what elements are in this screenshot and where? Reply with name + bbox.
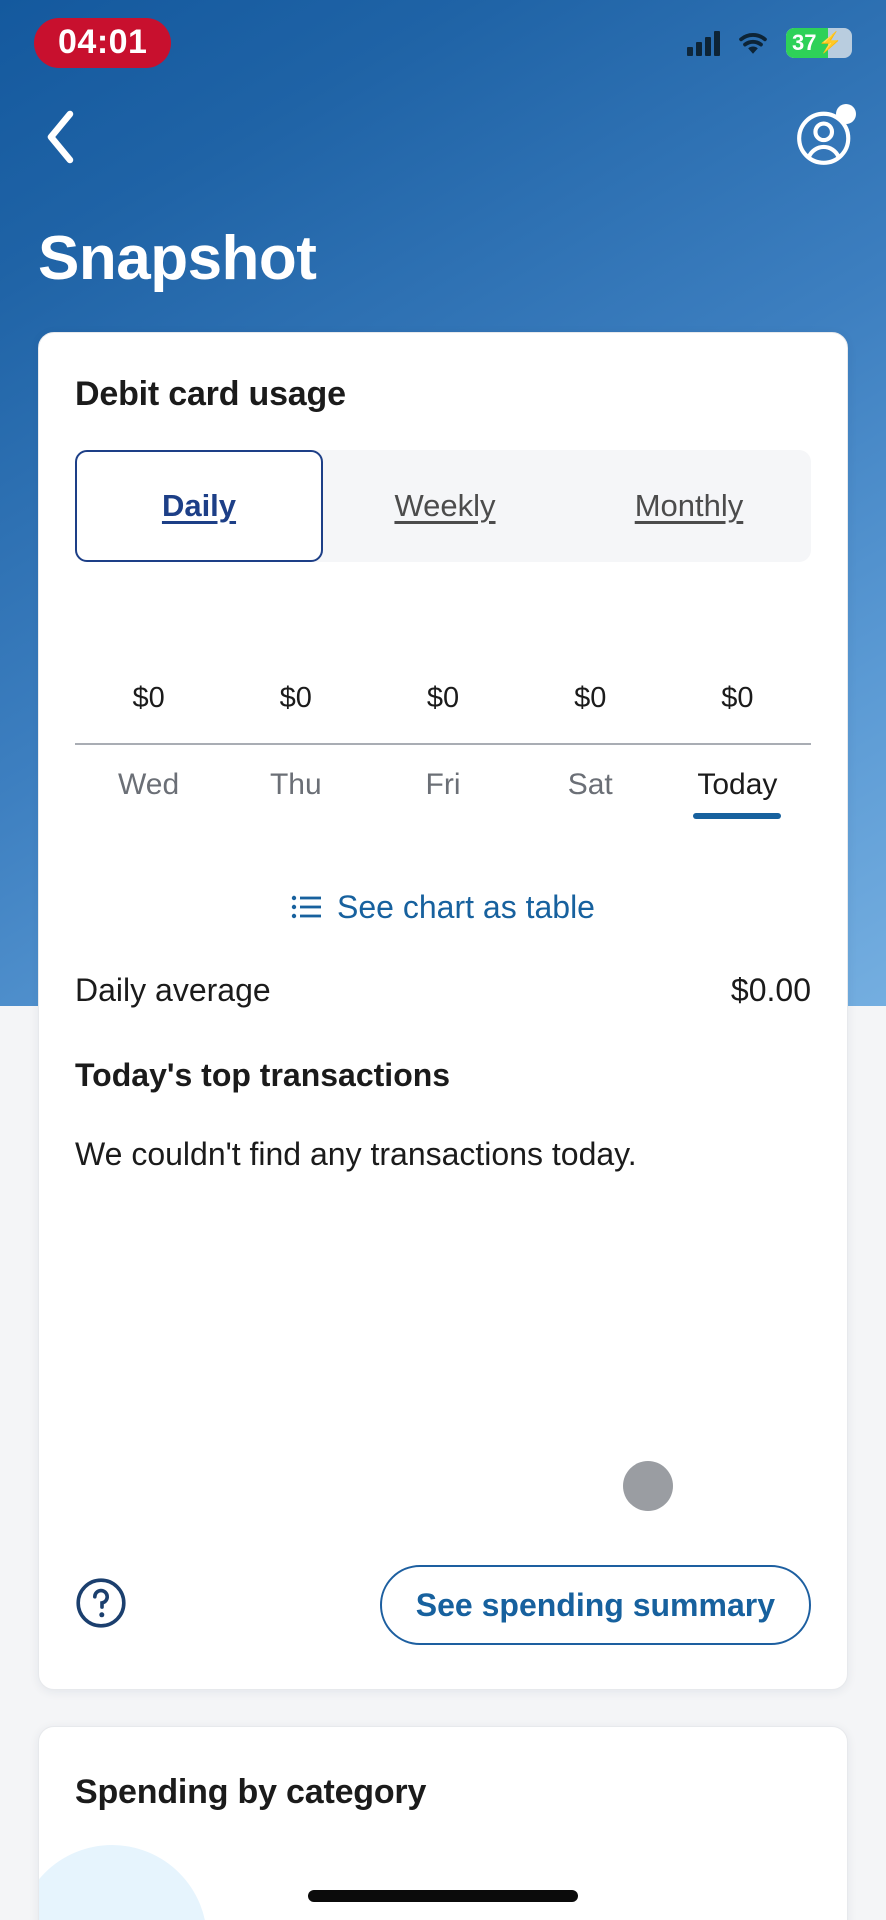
chart-label-wed[interactable]: Wed (75, 745, 222, 819)
bar-value-label: $0 (132, 682, 165, 714)
chart-label-fri[interactable]: Fri (369, 745, 516, 819)
profile-button[interactable] (790, 102, 860, 172)
help-button[interactable] (75, 1577, 127, 1634)
chart-label-today[interactable]: Today (664, 745, 811, 819)
card-footer: See spending summary (39, 1521, 847, 1689)
card-title-debit-usage: Debit card usage (75, 375, 346, 413)
battery-charging-icon: ⚡ (817, 32, 843, 54)
see-chart-as-table-link[interactable]: See chart as table (39, 889, 847, 926)
tab-daily[interactable]: Daily (75, 450, 323, 562)
tab-monthly[interactable]: Monthly (567, 450, 811, 562)
back-button[interactable] (34, 108, 86, 166)
page-title: Snapshot (38, 224, 317, 293)
status-bar-time: 04:01 (34, 18, 172, 68)
home-indicator (308, 1890, 578, 1902)
battery-level-label: 37 (792, 30, 817, 55)
debit-card-usage-card: Debit card usage Daily Weekly Monthly $0… (38, 332, 848, 1690)
chart-label-thu[interactable]: Thu (222, 745, 369, 819)
chart-column: $0 (75, 684, 222, 743)
daily-usage-bar-chart: $0 $0 $0 $0 $0 Wed Thu Fri Sat Today (75, 562, 811, 819)
decorative-blue-circle (39, 1845, 207, 1920)
list-view-icon (291, 895, 322, 919)
chart-label-text: Wed (118, 768, 180, 801)
navigation-bar (0, 94, 886, 180)
daily-average-row: Daily average $0.00 (39, 972, 847, 1009)
tab-weekly[interactable]: Weekly (323, 450, 567, 562)
status-bar-icons: 37 ⚡ (687, 28, 852, 58)
chart-column: $0 (517, 684, 664, 743)
chart-label-text: Fri (425, 768, 461, 801)
chart-label-sat[interactable]: Sat (517, 745, 664, 819)
no-transactions-message: We couldn't find any transactions today. (75, 1135, 637, 1172)
wifi-icon (739, 33, 767, 54)
daily-average-label: Daily average (75, 971, 271, 1008)
chevron-left-icon (47, 110, 74, 164)
daily-average-value: $0.00 (730, 971, 811, 1008)
cellular-signal-icon (687, 30, 720, 56)
app-screen: 04:01 37 ⚡ Snapshot Debit card usage Dai… (0, 0, 886, 1920)
bar-value-label: $0 (721, 682, 754, 714)
see-spending-summary-button[interactable]: See spending summary (379, 1565, 811, 1645)
battery-icon: 37 ⚡ (786, 28, 852, 58)
chart-x-axis-labels: Wed Thu Fri Sat Today (75, 745, 811, 819)
bar-slot (369, 735, 516, 743)
loading-dot-indicator (623, 1461, 673, 1511)
bar-value-label: $0 (574, 682, 607, 714)
chart-column: $0 (369, 684, 516, 743)
bar-slot (222, 735, 369, 743)
top-transactions-heading: Today's top transactions (75, 1056, 451, 1093)
chart-label-text: Thu (269, 768, 322, 801)
help-circle-icon (76, 1577, 126, 1628)
notification-dot-badge (836, 104, 856, 124)
chart-column: $0 (222, 684, 369, 743)
card-title-spending-category: Spending by category (75, 1773, 427, 1811)
bar-value-label: $0 (426, 682, 460, 714)
status-bar: 04:01 37 ⚡ (0, 0, 886, 86)
bar-slot (664, 735, 811, 743)
bar-value-label: $0 (279, 682, 312, 714)
selection-underline (693, 812, 782, 819)
bar-slot (75, 735, 222, 743)
period-tab-group: Daily Weekly Monthly (75, 450, 811, 562)
chart-label-text: Sat (567, 768, 613, 801)
chart-bars: $0 $0 $0 $0 $0 (75, 684, 811, 743)
chart-label-text: Today (697, 768, 778, 801)
chart-column: $0 (664, 684, 811, 743)
bar-slot (517, 735, 664, 743)
see-chart-as-table-label: See chart as table (337, 888, 595, 925)
